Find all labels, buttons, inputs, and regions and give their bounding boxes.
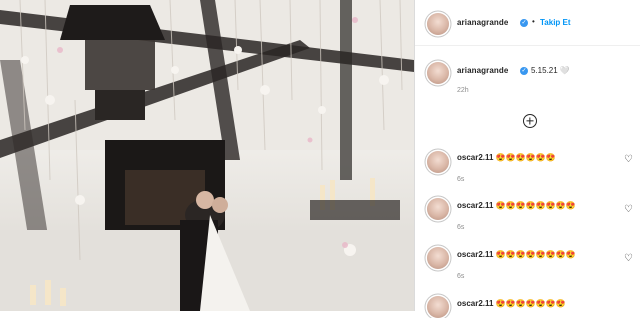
heart-outline-icon[interactable]: ♡	[624, 205, 633, 215]
commenter-avatar[interactable]	[427, 247, 449, 269]
caption-timestamp: 22h	[457, 87, 469, 94]
caption-text: 5.15.21 🤍	[531, 66, 570, 75]
post-header: arianagrande ✓ • Takip Et	[415, 0, 640, 46]
comment-timestamp: 6s	[457, 176, 465, 183]
heart-outline-icon[interactable]: ♡	[624, 155, 633, 165]
post-side-panel: arianagrande ✓ • Takip Et arianagrande ✓…	[414, 0, 640, 318]
separator-dot: •	[532, 17, 535, 26]
instagram-post: arianagrande ✓ • Takip Et arianagrande ✓…	[0, 0, 640, 318]
verified-badge-icon: ✓	[520, 67, 528, 75]
wedding-photo-illustration	[0, 0, 414, 311]
author-username[interactable]: arianagrande	[457, 18, 508, 27]
comment-text: oscar2.11 😍😍😍😍😍😍😍😍	[457, 201, 575, 210]
comment-message: 😍😍😍😍😍😍😍	[495, 299, 566, 308]
author-avatar[interactable]	[427, 13, 449, 35]
comment-username[interactable]: oscar2.11	[457, 299, 493, 308]
caption-author-avatar[interactable]	[427, 62, 449, 84]
comment-username[interactable]: oscar2.11	[457, 153, 493, 162]
heart-outline-icon[interactable]: ♡	[624, 254, 633, 264]
comment-message: 😍😍😍😍😍😍😍😍	[495, 201, 576, 210]
comment-message: 😍😍😍😍😍😍😍😍	[495, 250, 576, 259]
caption-author-username[interactable]: arianagrande	[457, 66, 508, 75]
comment-message: 😍😍😍😍😍😍	[495, 153, 556, 162]
commenter-avatar[interactable]	[427, 296, 449, 318]
comment-text: oscar2.11 😍😍😍😍😍😍😍	[457, 299, 565, 308]
comment-text: oscar2.11 😍😍😍😍😍😍	[457, 153, 555, 162]
comment-timestamp: 6s	[457, 224, 465, 231]
commenter-avatar[interactable]	[427, 198, 449, 220]
comment-username[interactable]: oscar2.11	[457, 201, 493, 210]
plus-circle-icon[interactable]	[523, 114, 537, 128]
verified-badge-icon: ✓	[520, 19, 528, 27]
post-photo[interactable]	[0, 0, 414, 311]
comment-text: oscar2.11 😍😍😍😍😍😍😍😍	[457, 250, 575, 259]
commenter-avatar[interactable]	[427, 151, 449, 173]
follow-button[interactable]: Takip Et	[540, 18, 571, 27]
comment-username[interactable]: oscar2.11	[457, 250, 493, 259]
comment-timestamp: 6s	[457, 273, 465, 280]
